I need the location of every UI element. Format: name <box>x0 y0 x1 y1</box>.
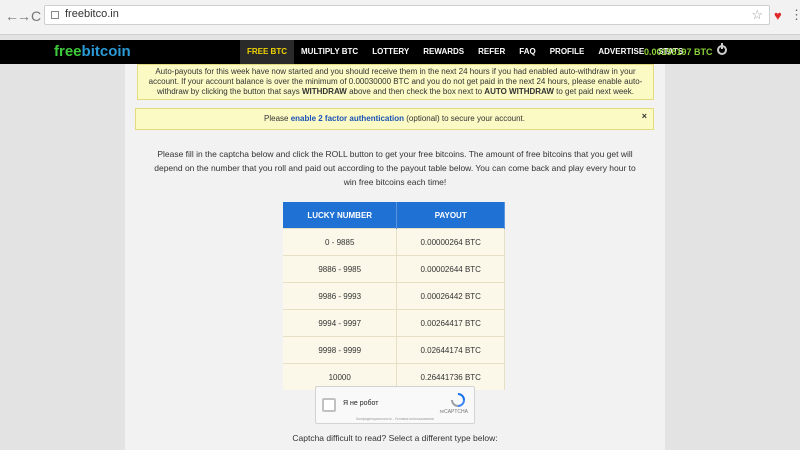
extension-heart-icon[interactable]: ♥ <box>774 8 782 23</box>
table-row: 9998 - 9999 0.02644174 BTC <box>283 336 505 364</box>
account-balance: 0.00155197 BTC <box>644 47 713 57</box>
nav-tab-faq[interactable]: FAQ <box>512 40 542 64</box>
payout-table: LUCKY NUMBER PAYOUT 0 - 9885 0.00000264 … <box>283 202 505 390</box>
bookmark-star-icon[interactable]: ☆ <box>751 7 763 23</box>
recaptcha-label: Я не робот <box>343 400 379 407</box>
auto-withdraw-keyword: AUTO WITHDRAW <box>484 87 554 96</box>
nav-tab-advertise[interactable]: ADVERTISE <box>591 40 651 64</box>
nav-tab-lottery[interactable]: LOTTERY <box>365 40 416 64</box>
withdraw-keyword: WITHDRAW <box>301 87 347 96</box>
lucky-number-cell: 0 - 9885 <box>283 228 398 256</box>
captcha-help-text: Captcha difficult to read? Select a diff… <box>292 433 498 443</box>
intro-line-1: Please fill in the captcha below and cli… <box>157 149 633 159</box>
logout-power-icon[interactable] <box>717 43 727 55</box>
browser-toolbar: ← → C freebitco.in ☆ ♥ ⋮ <box>0 0 800 35</box>
notice-text: (optional) to secure your account. <box>404 114 525 123</box>
table-row: 9886 - 9985 0.00002644 BTC <box>283 255 505 283</box>
browser-menu-icon[interactable]: ⋮ <box>790 7 800 23</box>
notice-line-2: account. If your account balance is over… <box>148 77 643 86</box>
nav-tab-profile[interactable]: PROFILE <box>543 40 592 64</box>
notice-line-3: withdraw by clicking the button that say… <box>146 87 645 97</box>
logo-part-free: free <box>54 43 82 60</box>
reload-icon[interactable]: C <box>28 8 44 24</box>
close-notice-icon[interactable]: × <box>642 106 647 126</box>
nav-tab-free-btc[interactable]: FREE BTC <box>240 40 294 64</box>
intro-line-2: depend on the number that you roll and p… <box>154 163 636 173</box>
page-info-icon[interactable] <box>51 11 59 19</box>
lucky-number-cell: 9994 - 9997 <box>283 309 398 337</box>
recaptcha-brand: reCAPTCHA <box>439 409 468 415</box>
nav-tab-refer[interactable]: REFER <box>471 40 512 64</box>
site-logo[interactable]: freebitcoin <box>54 43 131 60</box>
main-nav: FREE BTC MULTIPLY BTC LOTTERY REWARDS RE… <box>240 40 690 64</box>
table-header-row: LUCKY NUMBER PAYOUT <box>283 202 505 229</box>
nav-tab-rewards[interactable]: REWARDS <box>416 40 471 64</box>
table-row: 0 - 9885 0.00000264 BTC <box>283 228 505 256</box>
table-row: 9986 - 9993 0.00026442 BTC <box>283 282 505 310</box>
payout-cell: 0.00264417 BTC <box>396 309 505 337</box>
payout-cell: 0.00000264 BTC <box>396 228 505 256</box>
recaptcha-checkbox[interactable] <box>322 398 336 412</box>
notice-text: above and then check the box next to <box>346 87 485 96</box>
auto-payout-notice: Auto-payouts for this week have now star… <box>137 64 654 100</box>
main-content: Auto-payouts for this week have now star… <box>125 64 665 450</box>
notice-text: Please <box>264 114 291 123</box>
nav-tab-multiply-btc[interactable]: MULTIPLY BTC <box>294 40 365 64</box>
recaptcha-logo-icon <box>451 393 465 407</box>
notice-text: to get paid next week. <box>553 87 634 96</box>
address-bar[interactable]: freebitco.in ☆ <box>44 5 770 25</box>
payout-cell: 0.00026442 BTC <box>396 282 505 310</box>
lucky-number-cell: 9986 - 9993 <box>283 282 398 310</box>
payout-cell: 0.02644174 BTC <box>396 336 505 364</box>
enable-2fa-link[interactable]: enable 2 factor authentication <box>291 114 404 123</box>
recaptcha-widget: Я не робот reCAPTCHA Конфиденциальность … <box>315 386 475 424</box>
free-btc-instructions: Please fill in the captcha below and cli… <box>145 147 645 189</box>
table-row: 9994 - 9997 0.00264417 BTC <box>283 309 505 337</box>
recaptcha-terms[interactable]: Конфиденциальность - Условия использован… <box>316 417 474 421</box>
url-text: freebitco.in <box>65 8 119 20</box>
notice-line-1: Auto-payouts for this week have now star… <box>155 67 636 76</box>
intro-line-3: win free bitcoins each time! <box>343 177 447 187</box>
logo-part-bitcoin: bitcoin <box>81 43 131 60</box>
site-navbar: freebitcoin FREE BTC MULTIPLY BTC LOTTER… <box>0 40 800 64</box>
payout-cell: 0.00002644 BTC <box>396 255 505 283</box>
lucky-number-cell: 9886 - 9985 <box>283 255 398 283</box>
lucky-number-cell: 9998 - 9999 <box>283 336 398 364</box>
two-factor-notice: Please enable 2 factor authentication (o… <box>135 108 654 130</box>
notice-text: withdraw by clicking the button that say… <box>157 87 302 96</box>
column-header-payout: PAYOUT <box>396 202 505 229</box>
column-header-lucky-number: LUCKY NUMBER <box>283 202 398 229</box>
